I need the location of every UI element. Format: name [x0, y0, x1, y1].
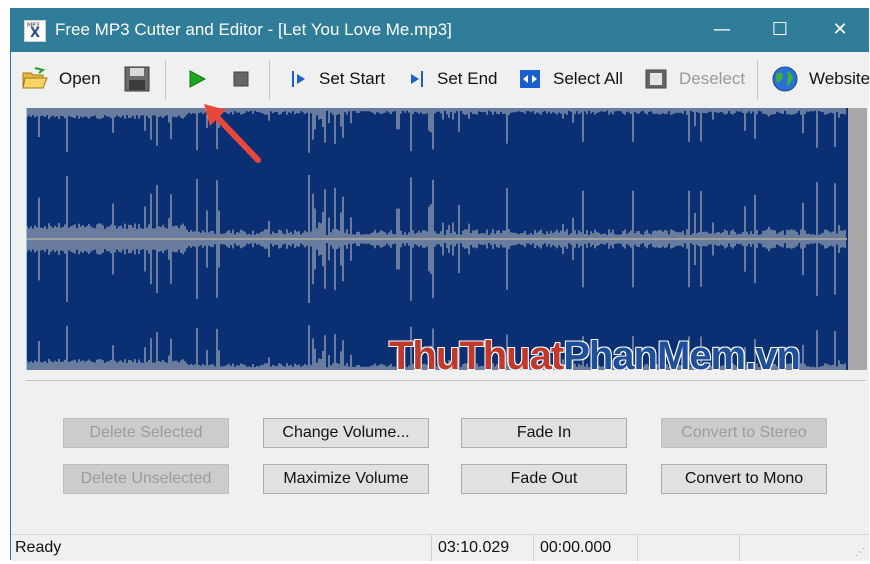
delete-selected-button[interactable]: Delete Selected	[63, 418, 229, 448]
app-icon-glyph: X	[30, 26, 41, 41]
waveform-graph	[27, 108, 867, 370]
watermark-logo: ThuThuatPhanMem.vn	[389, 334, 801, 370]
stop-icon	[233, 71, 249, 87]
stop-button[interactable]	[233, 66, 249, 92]
waveform-end-region	[848, 108, 867, 370]
resize-grip-icon[interactable]: ⋰	[855, 547, 865, 558]
watermark-part: Thu	[389, 334, 460, 370]
save-button[interactable]	[123, 66, 151, 92]
status-cell-empty	[739, 535, 841, 561]
floppy-disk-icon	[124, 66, 150, 92]
close-button[interactable]: ✕	[811, 8, 869, 52]
set-start-label: Set Start	[319, 69, 386, 88]
select-all-label: Select All	[553, 69, 623, 88]
annotation-arrow-icon	[204, 104, 261, 163]
set-end-label: Set End	[437, 69, 498, 88]
convert-to-stereo-button[interactable]: Convert to Stereo	[661, 418, 827, 448]
minimize-button[interactable]: —	[693, 8, 751, 52]
maximize-volume-button[interactable]: Maximize Volume	[263, 464, 429, 494]
website-label: Website	[809, 69, 870, 88]
select-all-button[interactable]: Select All	[519, 66, 623, 92]
status-cell-empty	[637, 535, 739, 561]
change-volume-button[interactable]: Change Volume...	[263, 418, 429, 448]
title-bar: MP3 X Free MP3 Cutter and Editor - [Let …	[11, 8, 869, 52]
watermark-part: .vn	[745, 334, 801, 370]
play-button[interactable]	[187, 66, 207, 92]
toolbar-separator	[165, 60, 166, 100]
toolbar-separator	[757, 60, 758, 100]
play-icon	[189, 70, 207, 88]
convert-to-mono-button[interactable]: Convert to Mono	[661, 464, 827, 494]
status-text: Ready	[15, 539, 62, 556]
deselect-icon	[645, 69, 667, 89]
divider	[26, 380, 866, 381]
toolbar: Open Set Start Set End Select All Desele…	[11, 52, 870, 106]
window-title: Free MP3 Cutter and Editor - [Let You Lo…	[55, 20, 452, 39]
app-icon: MP3 X	[24, 20, 46, 42]
deselect-label: Deselect	[679, 69, 746, 88]
watermark-part: PhanMem	[563, 334, 746, 370]
toolbar-separator	[269, 60, 270, 100]
open-button[interactable]: Open	[21, 66, 101, 92]
watermark-part: Thuat	[459, 334, 564, 370]
set-end-button[interactable]: Set End	[409, 66, 498, 92]
duration-readout: 03:10.029	[431, 535, 533, 561]
set-end-icon	[411, 71, 423, 87]
fade-out-button[interactable]: Fade Out	[461, 464, 627, 494]
status-bar: Ready 03:10.029 00:00.000 ⋰	[11, 534, 869, 561]
deselect-button[interactable]: Deselect	[645, 66, 745, 92]
globe-icon	[772, 66, 798, 92]
set-start-button[interactable]: Set Start	[291, 66, 385, 92]
maximize-button[interactable]: ☐	[751, 8, 809, 52]
set-start-icon	[292, 71, 305, 87]
select-all-icon	[520, 70, 540, 88]
folder-icon	[22, 67, 48, 89]
open-label: Open	[59, 69, 101, 88]
app-window: MP3 X Free MP3 Cutter and Editor - [Let …	[10, 8, 870, 561]
waveform-display[interactable]: ThuThuatPhanMem.vn	[26, 108, 867, 370]
fade-in-button[interactable]: Fade In	[461, 418, 627, 448]
delete-unselected-button[interactable]: Delete Unselected	[63, 464, 229, 494]
website-button[interactable]: Website	[771, 66, 870, 92]
position-readout: 00:00.000	[533, 535, 637, 561]
